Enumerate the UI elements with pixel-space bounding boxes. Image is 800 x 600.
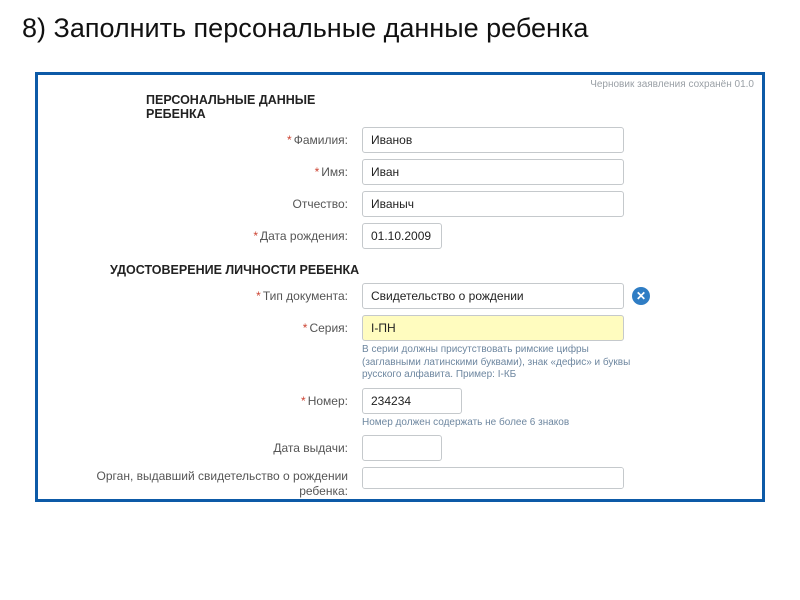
slide-title: 8) Заполнить персональные данные ребенка [0,0,800,44]
required-asterisk: * [256,289,261,303]
section-personal: ПЕРСОНАЛЬНЫЕ ДАННЫЕ РЕБЕНКА [52,87,362,121]
close-icon: ✕ [636,289,646,303]
doctype-input[interactable] [362,283,624,309]
required-asterisk: * [301,394,306,408]
firstname-input[interactable] [362,159,624,185]
label-birthdate: *Дата рождения: [52,223,362,243]
label-series: *Серия: [52,315,362,335]
issue-date-input[interactable] [362,435,442,461]
required-asterisk: * [303,321,308,335]
label-issued: Дата выдачи: [52,435,362,455]
section-personal-header: ПЕРСОНАЛЬНЫЕ ДАННЫЕ РЕБЕНКА [146,93,315,121]
lastname-input[interactable] [362,127,624,153]
section-identity-header: УДОСТОВЕРЕНИЕ ЛИЧНОСТИ РЕБЕНКА [110,263,359,277]
draft-saved-note: Черновик заявления сохранён 01.0 [590,79,754,90]
required-asterisk: * [287,133,292,147]
label-number: *Номер: [52,388,362,408]
issuer-input[interactable] [362,467,624,489]
label-lastname: *Фамилия: [52,127,362,147]
patronymic-input[interactable] [362,191,624,217]
series-input[interactable] [362,315,624,341]
required-asterisk: * [315,165,320,179]
section-identity: УДОСТОВЕРЕНИЕ ЛИЧНОСТИ РЕБЕНКА [52,257,362,277]
clear-doctype-button[interactable]: ✕ [632,287,650,305]
label-doctype: *Тип документа: [52,283,362,303]
required-asterisk: * [253,229,258,243]
form-panel: Черновик заявления сохранён 01.0 ПЕРСОНА… [35,72,765,502]
label-patronymic: Отчество: [52,191,362,211]
birthdate-input[interactable] [362,223,442,249]
label-issuer: Орган, выдавший свидетельство о рождении… [52,467,362,499]
label-firstname: *Имя: [52,159,362,179]
number-input[interactable] [362,388,462,414]
number-hint: Номер должен содержать не более 6 знаков [362,417,642,430]
series-hint: В серии должны присутствовать римские ци… [362,344,642,382]
